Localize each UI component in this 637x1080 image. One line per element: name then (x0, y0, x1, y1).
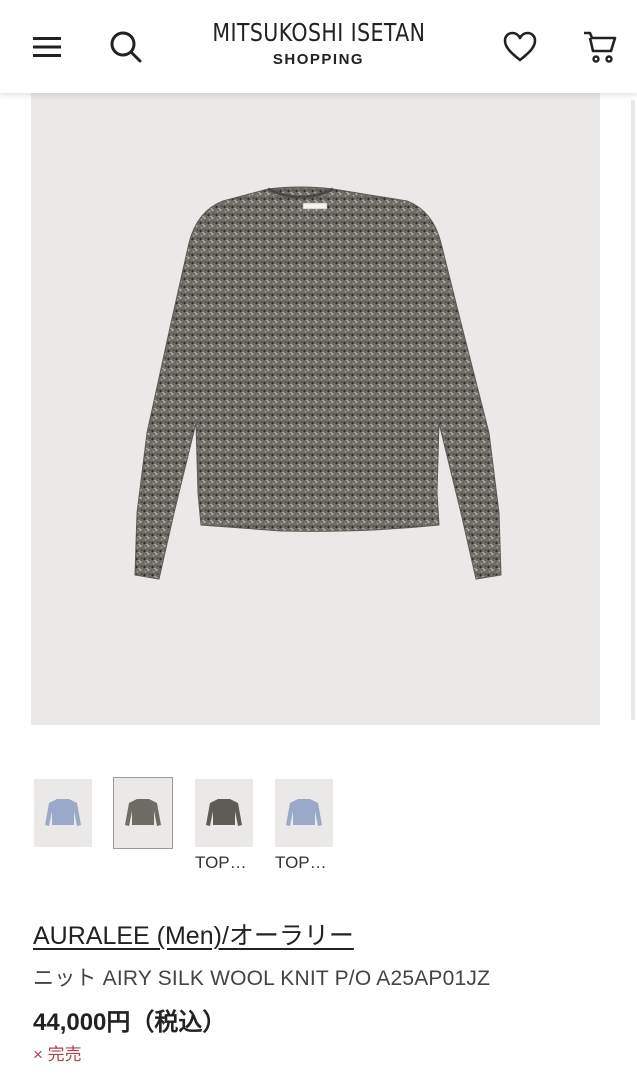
sold-out-label: 完売 (47, 1045, 82, 1064)
site-header: MITSUKOSHI ISETAN SHOPPING (0, 0, 637, 93)
thumbnail-2[interactable] (113, 777, 173, 849)
product-name: ニット AIRY SILK WOOL KNIT P/O A25AP01JZ (33, 967, 491, 990)
sold-out-mark: × (33, 1045, 43, 1064)
stock-status: × 完売 (33, 1040, 82, 1065)
blue-sweater-thumbnail (45, 799, 81, 826)
product-image[interactable] (31, 93, 600, 725)
scrollbar[interactable] (631, 100, 635, 720)
thumbnail-4[interactable] (275, 779, 333, 847)
grey-sweater-thumbnail (206, 799, 242, 826)
logo-title: MITSUKOSHI ISETAN (212, 18, 425, 47)
sweater-image (134, 186, 502, 580)
thumbnail-1[interactable] (34, 779, 92, 847)
cart-icon (584, 31, 617, 63)
thumbnail-3-caption: TOP… (195, 853, 247, 872)
thumbnail-3[interactable] (195, 779, 253, 847)
thumbnail-4-caption: TOP… (275, 853, 327, 872)
blue-sweater-thumbnail (286, 799, 322, 826)
grey-sweater-thumbnail (125, 799, 161, 826)
cart-button[interactable] (577, 24, 623, 70)
heart-icon (503, 31, 537, 62)
favorite-button[interactable] (497, 24, 543, 70)
product-price: 44,000円（税込） (33, 1009, 227, 1036)
brand-link[interactable]: AURALEE (Men)/オーラリー (33, 916, 354, 952)
